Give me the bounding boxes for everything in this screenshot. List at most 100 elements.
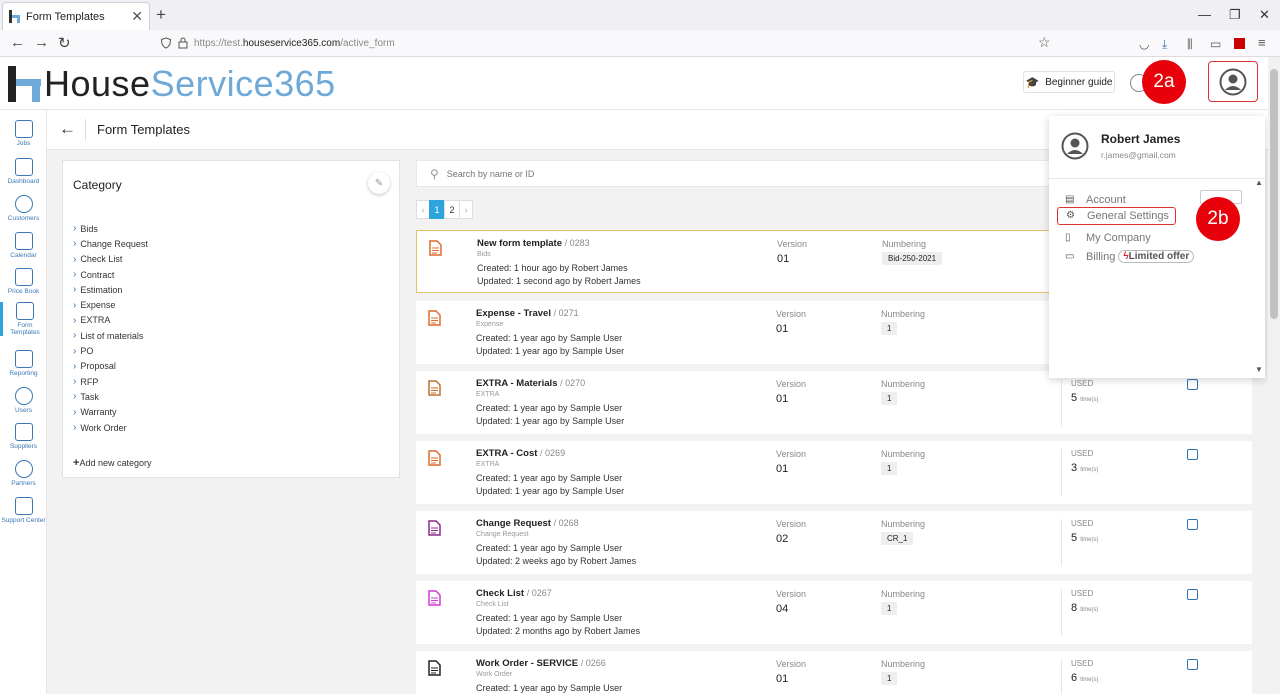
template-category: Check List xyxy=(476,601,509,608)
back-arrow-icon[interactable]: ← xyxy=(59,119,76,139)
category-item[interactable]: › RFP xyxy=(73,374,148,389)
template-card[interactable]: EXTRA - Materials / 0270 EXTRA Created: … xyxy=(416,371,1252,434)
close-tab-icon[interactable]: ✕ xyxy=(131,8,143,25)
template-card[interactable]: EXTRA - Cost / 0269 EXTRA Created: 1 yea… xyxy=(416,441,1252,504)
category-item[interactable]: › Task xyxy=(73,389,148,404)
scroll-up-icon[interactable]: ▲ xyxy=(1255,178,1263,187)
numbering-value: CR_1 xyxy=(881,532,914,545)
browser-tab[interactable]: Form Templates ✕ xyxy=(2,2,150,30)
beginner-guide-button[interactable]: 🎓 Beginner guide xyxy=(1023,71,1115,93)
pencil-icon: ✎ xyxy=(374,177,384,189)
sidebar-item-reporting[interactable]: Reporting xyxy=(0,350,47,377)
template-name[interactable]: Change Request / 0268 xyxy=(476,518,579,529)
numbering-value: Bid-250-2021 xyxy=(882,252,943,265)
numbering-value: 1 xyxy=(881,602,898,615)
chevron-right-icon: › xyxy=(73,391,77,403)
template-name[interactable]: Check List / 0267 xyxy=(476,588,552,599)
restore-icon[interactable]: ❐ xyxy=(1229,7,1241,23)
used-label: USED xyxy=(1071,659,1094,668)
extension-icon[interactable] xyxy=(1234,38,1245,49)
template-name[interactable]: Expense - Travel / 0271 xyxy=(476,308,579,319)
category-item[interactable]: › List of materials xyxy=(73,328,148,343)
category-item[interactable]: › Work Order xyxy=(73,420,148,435)
scrollbar-thumb[interactable] xyxy=(1270,69,1278,319)
category-item[interactable]: › Bids xyxy=(73,221,148,236)
category-item[interactable]: › Change Request xyxy=(73,236,148,251)
chevron-right-icon: › xyxy=(73,253,77,265)
menu-item-my-company[interactable]: ▯ My Company xyxy=(1065,232,1151,244)
template-checkbox[interactable] xyxy=(1187,379,1198,390)
bookmark-star-icon[interactable]: ☆ xyxy=(1038,34,1051,51)
menu-item-general-settings[interactable]: ⚙ General Settings xyxy=(1057,207,1176,225)
version-label: Version xyxy=(776,589,807,599)
library-icon[interactable]: ⫼ xyxy=(1187,37,1193,52)
app-logo[interactable]: House Service365 xyxy=(8,63,336,105)
menu-item-account[interactable]: ▤ Account xyxy=(1065,194,1126,206)
category-item[interactable]: › Contract xyxy=(73,267,148,282)
new-tab-icon[interactable]: + xyxy=(156,5,166,25)
sidebar-toggle-icon[interactable]: ▭ xyxy=(1210,37,1221,51)
pocket-icon[interactable]: ◡ xyxy=(1139,37,1149,51)
sidebar-item-support-center[interactable]: Support Center xyxy=(0,497,47,524)
target-icon xyxy=(14,195,33,213)
back-icon[interactable]: ← xyxy=(10,34,25,51)
sidebar-item-price-book[interactable]: Price Book xyxy=(0,268,47,295)
scroll-down-icon[interactable]: ▼ xyxy=(1255,365,1263,374)
template-name[interactable]: Work Order - SERVICE / 0266 xyxy=(476,658,606,669)
sidebar-item-customers[interactable]: Customers xyxy=(0,195,47,222)
prev-page-button[interactable]: ‹ xyxy=(416,200,430,219)
minimize-icon[interactable]: — xyxy=(1198,7,1211,22)
template-name[interactable]: EXTRA - Materials / 0270 xyxy=(476,378,585,389)
sidebar-item-users[interactable]: Users xyxy=(0,387,47,414)
add-category-button[interactable]: +Add new category xyxy=(73,457,151,469)
page-button-2[interactable]: 2 xyxy=(444,200,460,219)
sidebar-item-form-templates[interactable]: Form Templates xyxy=(0,302,47,336)
template-checkbox[interactable] xyxy=(1187,589,1198,600)
search-icon: ⚲ xyxy=(430,166,439,181)
category-item[interactable]: › Check List xyxy=(73,252,148,267)
category-item[interactable]: › Proposal xyxy=(73,359,148,374)
search-input[interactable] xyxy=(446,168,1007,179)
reload-icon[interactable]: ↻ xyxy=(58,34,71,52)
download-icon[interactable]: ⤓ xyxy=(1162,37,1167,52)
forward-icon[interactable]: → xyxy=(34,34,49,51)
category-item[interactable]: › Warranty xyxy=(73,405,148,420)
menu-icon[interactable]: ≡ xyxy=(1258,35,1266,50)
template-name[interactable]: New form template / 0283 xyxy=(477,238,590,249)
page-scrollbar[interactable] xyxy=(1268,57,1280,694)
template-name[interactable]: EXTRA - Cost / 0269 xyxy=(476,448,565,459)
template-card[interactable]: Work Order - SERVICE / 0266 Work Order C… xyxy=(416,651,1252,694)
template-checkbox[interactable] xyxy=(1187,519,1198,530)
numbering-value: 1 xyxy=(881,322,898,335)
template-card[interactable]: Check List / 0267 Check List Created: 1 … xyxy=(416,581,1252,644)
menu-item-billing[interactable]: ▭ Billing ϟLimited offer xyxy=(1065,250,1195,263)
sidebar-item-jobs[interactable]: Jobs xyxy=(0,120,47,147)
sidebar-item-calendar[interactable]: Calendar xyxy=(0,232,47,259)
sidebar-item-dashboard[interactable]: Dashboard xyxy=(0,158,47,185)
version-label: Version xyxy=(777,239,808,249)
category-item[interactable]: › Estimation xyxy=(73,282,148,297)
category-item[interactable]: › PO xyxy=(73,343,148,358)
address-bar[interactable]: https://test.houseservice365.com/active_… xyxy=(150,32,1058,55)
category-item[interactable]: › Expense xyxy=(73,297,148,312)
offer-label: Limited offer xyxy=(1128,251,1190,262)
truck-icon xyxy=(14,423,33,441)
page-button-1[interactable]: 1 xyxy=(429,200,445,219)
sidebar-item-partners[interactable]: Partners xyxy=(0,460,47,487)
next-page-button[interactable]: › xyxy=(459,200,473,219)
template-card[interactable]: Change Request / 0268 Change Request Cre… xyxy=(416,511,1252,574)
user-avatar-button[interactable] xyxy=(1208,61,1258,102)
template-checkbox[interactable] xyxy=(1187,449,1198,460)
category-title: Category xyxy=(73,178,122,192)
document-icon xyxy=(428,380,441,396)
sidebar-item-label: Support Center xyxy=(1,517,46,524)
template-checkbox[interactable] xyxy=(1187,659,1198,670)
dropdown-scrollbar[interactable]: ▲ ▼ xyxy=(1254,178,1264,374)
edit-category-button[interactable]: ✎ xyxy=(368,172,390,194)
sidebar-item-suppliers[interactable]: Suppliers xyxy=(0,423,47,450)
limited-offer-badge[interactable]: ϟLimited offer xyxy=(1118,250,1195,263)
category-label: Bids xyxy=(80,223,98,234)
category-item[interactable]: › EXTRA xyxy=(73,313,148,328)
close-window-icon[interactable]: ✕ xyxy=(1259,7,1270,23)
numbering-label: Numbering xyxy=(881,519,926,529)
